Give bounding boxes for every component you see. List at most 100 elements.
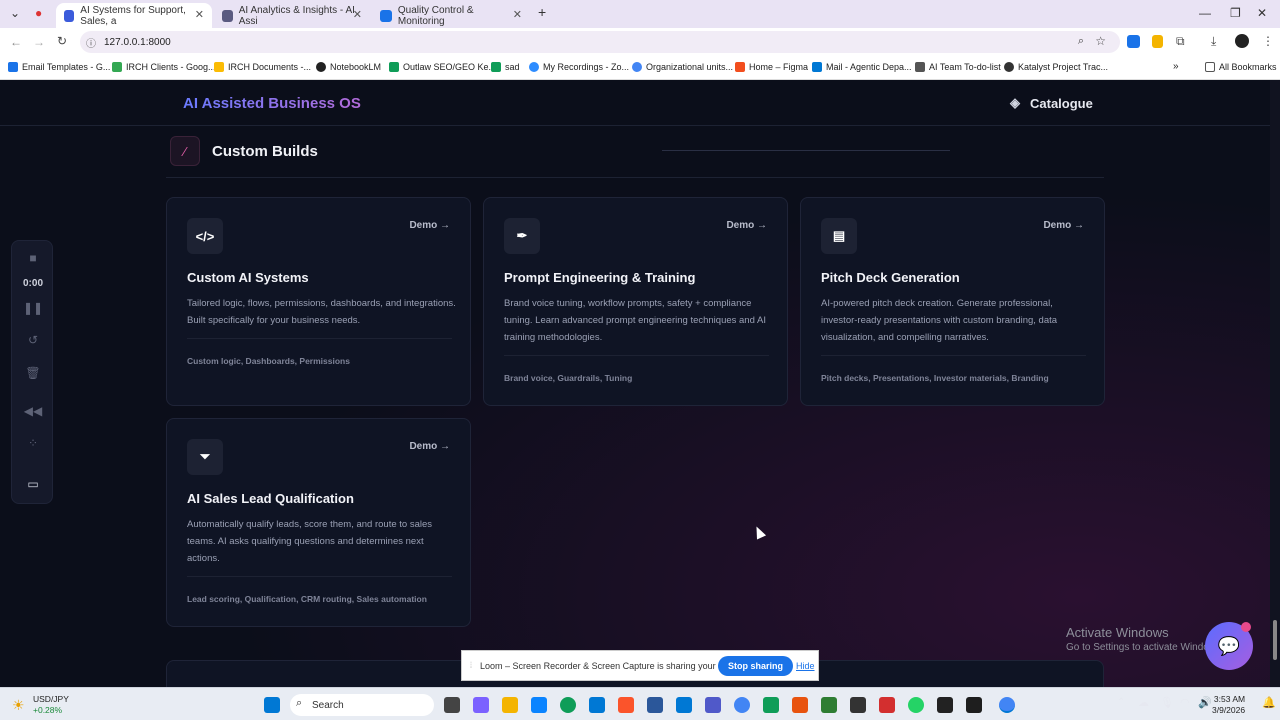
- app-icon[interactable]: [763, 697, 779, 713]
- edge-icon[interactable]: [560, 697, 576, 713]
- close-tab-icon[interactable]: ✕: [353, 8, 362, 21]
- zoom-icon[interactable]: ⌕: [1078, 35, 1084, 48]
- demo-link[interactable]: Demo →: [726, 220, 767, 231]
- brave-icon[interactable]: [618, 697, 634, 713]
- extensions-puzzle-icon[interactable]: ⧉: [1176, 34, 1185, 49]
- brand-logo[interactable]: AI Assisted Business OS: [183, 95, 361, 112]
- tab-ai-analytics[interactable]: AI Analytics & Insights - AI Assi ✕: [214, 3, 370, 28]
- tab-quality-control[interactable]: Quality Control & Monitoring ✕: [372, 3, 530, 28]
- bookmark-item[interactable]: Katalyst Project Trac...: [1004, 62, 1108, 72]
- bookmark-item[interactable]: Outlaw SEO/GEO Ke...: [389, 62, 496, 72]
- extension-icon[interactable]: [1152, 35, 1163, 48]
- service-card[interactable]: ⏷ Demo → AI Sales Lead Qualification Aut…: [166, 418, 471, 627]
- bookmark-label: Email Templates - G...: [22, 62, 111, 72]
- back-icon[interactable]: ←: [10, 35, 22, 49]
- bookmark-item[interactable]: IRCH Documents -...: [214, 62, 311, 72]
- close-tab-icon[interactable]: ✕: [513, 8, 522, 21]
- volume-icon[interactable]: 🔊: [1198, 696, 1212, 709]
- tab-search-icon[interactable]: ⌄: [10, 6, 20, 20]
- minimize-icon[interactable]: —: [1199, 6, 1211, 20]
- rewind-icon[interactable]: ◀◀: [12, 404, 54, 418]
- forward-icon[interactable]: →: [33, 35, 45, 49]
- whatsapp-icon[interactable]: [908, 697, 924, 713]
- chrome-icon[interactable]: [734, 697, 750, 713]
- outlook-icon[interactable]: [589, 697, 605, 713]
- section-divider: [662, 150, 950, 151]
- card-title: Pitch Deck Generation: [821, 270, 960, 285]
- stock-ticker[interactable]: USD/JPY +0.28%: [33, 694, 69, 716]
- app-icon[interactable]: [792, 697, 808, 713]
- app-icon[interactable]: [937, 697, 953, 713]
- close-window-icon[interactable]: ✕: [1257, 6, 1267, 20]
- photos-icon[interactable]: [676, 697, 692, 713]
- app-icon[interactable]: [879, 697, 895, 713]
- notifications-icon[interactable]: 🔔: [1262, 696, 1276, 709]
- store-icon[interactable]: [531, 697, 547, 713]
- bookmark-item[interactable]: Email Templates - G...: [8, 62, 110, 72]
- page-scrollbar[interactable]: [1270, 80, 1280, 687]
- pause-icon[interactable]: ❚❚: [12, 301, 54, 315]
- chrome-active-icon[interactable]: [999, 697, 1015, 713]
- code-icon: </>: [187, 218, 223, 254]
- tab-ai-systems[interactable]: AI Systems for Support, Sales, a ✕: [56, 3, 212, 28]
- teams-icon[interactable]: [705, 697, 721, 713]
- bookmark-star-icon[interactable]: ☆: [1095, 34, 1106, 48]
- bookmark-item[interactable]: Home – Figma: [735, 62, 808, 72]
- system-clock[interactable]: 3:53 AM 3/9/2026: [1212, 694, 1245, 716]
- copilot-icon[interactable]: [473, 697, 489, 713]
- new-tab-icon[interactable]: +: [538, 4, 546, 20]
- bookmark-label: NotebookLM: [330, 62, 382, 72]
- stop-record-icon[interactable]: ■: [12, 251, 54, 265]
- more-bookmarks-icon[interactable]: »: [1173, 61, 1179, 72]
- delete-icon[interactable]: 🗑: [12, 366, 54, 380]
- site-info-icon[interactable]: ⓘ: [86, 35, 96, 50]
- app-icon[interactable]: [647, 697, 663, 713]
- file-explorer-icon[interactable]: [502, 697, 518, 713]
- service-card[interactable]: ▤ Demo → Pitch Deck Generation AI-powere…: [800, 197, 1105, 406]
- card-divider: [187, 338, 452, 339]
- tray-app-icon[interactable]: ☁: [1138, 696, 1149, 709]
- chat-widget-button[interactable]: 💬: [1205, 622, 1253, 670]
- bookmark-item[interactable]: My Recordings - Zo...: [529, 62, 629, 72]
- bookmark-item[interactable]: NotebookLM: [316, 62, 381, 72]
- reload-icon[interactable]: ↻: [57, 34, 67, 48]
- bookmark-item[interactable]: Mail - Agentic Depa...: [812, 62, 912, 72]
- bookmark-item[interactable]: Organizational units...: [632, 62, 733, 72]
- maximize-icon[interactable]: ❐: [1230, 6, 1241, 20]
- recording-timer: 0:00: [22, 278, 43, 289]
- windows-start-icon[interactable]: [264, 697, 280, 713]
- download-icon[interactable]: ⤓: [1211, 34, 1216, 49]
- all-bookmarks[interactable]: All Bookmarks: [1205, 62, 1277, 72]
- bookmark-item[interactable]: IRCH Clients - Goog...: [112, 62, 216, 72]
- close-tab-icon[interactable]: ✕: [195, 8, 204, 21]
- hide-banner-link[interactable]: Hide: [796, 661, 815, 671]
- demo-link[interactable]: Demo →: [409, 441, 450, 452]
- restart-icon[interactable]: ↺: [12, 333, 54, 347]
- demo-link[interactable]: Demo →: [1043, 220, 1084, 231]
- bookmark-item[interactable]: sad: [491, 62, 520, 72]
- taskbar-search[interactable]: ⌕ Search: [290, 694, 434, 716]
- app-icon[interactable]: [850, 697, 866, 713]
- tray-overflow-icon[interactable]: ⌃: [1117, 697, 1125, 708]
- service-card[interactable]: </> Demo → Custom AI Systems Tailored lo…: [166, 197, 471, 406]
- profile-avatar[interactable]: [1235, 34, 1249, 48]
- app-icon[interactable]: [821, 697, 837, 713]
- browser-menu-icon[interactable]: ⋮: [1262, 34, 1274, 48]
- service-card[interactable]: ✒ Demo → Prompt Engineering & Training B…: [483, 197, 788, 406]
- stop-sharing-button[interactable]: Stop sharing: [718, 656, 794, 676]
- bookmark-item[interactable]: AI Team To-do-list: [915, 62, 1001, 72]
- weather-widget-icon[interactable]: ☀: [12, 697, 25, 714]
- scrollbar-thumb[interactable]: [1273, 620, 1277, 660]
- camera-icon[interactable]: ▭: [12, 477, 54, 491]
- recording-icon[interactable]: ●: [35, 6, 42, 20]
- drag-handle-icon[interactable]: ⦙: [470, 660, 472, 671]
- extension-icon[interactable]: [1127, 35, 1140, 48]
- grid-icon[interactable]: ⁘: [12, 436, 54, 450]
- wifi-icon[interactable]: ◠: [1180, 696, 1190, 709]
- url-field[interactable]: ⓘ 127.0.0.1:8000 ⌕ ☆: [80, 31, 1120, 53]
- catalogue-link[interactable]: ◈ Catalogue: [1010, 95, 1093, 111]
- demo-link[interactable]: Demo →: [409, 220, 450, 231]
- task-view-icon[interactable]: [444, 697, 460, 713]
- terminal-icon[interactable]: [966, 697, 982, 713]
- microphone-icon[interactable]: 🎙: [1160, 696, 1174, 709]
